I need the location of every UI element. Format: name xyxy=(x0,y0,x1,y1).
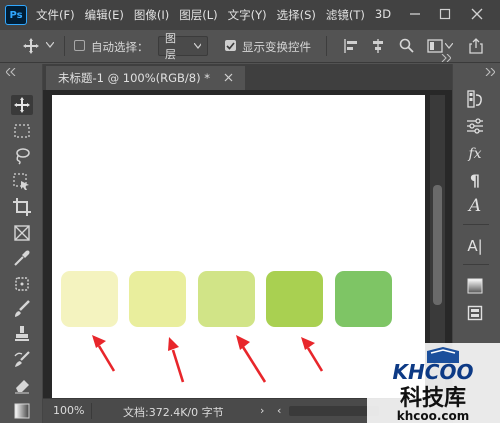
paragraph-panel-icon[interactable]: ¶ xyxy=(463,170,487,190)
watermark-logo: KHCOO 科技库 khcoo.com xyxy=(367,343,500,423)
character-panel-icon[interactable]: A| xyxy=(463,236,487,256)
search-icon[interactable] xyxy=(399,38,414,53)
layer-select-value: 图层 xyxy=(165,32,176,61)
expand-panel-icon[interactable] xyxy=(485,66,496,79)
adjustments-panel-icon[interactable] xyxy=(463,116,487,136)
zoom-level[interactable]: 100% xyxy=(53,404,84,417)
maximize-icon[interactable] xyxy=(434,3,456,25)
menu-image[interactable]: 图像(I) xyxy=(134,7,169,23)
healing-brush-tool-icon[interactable] xyxy=(11,274,33,294)
chevron-down-icon xyxy=(193,43,201,49)
gradient-tool-icon[interactable] xyxy=(11,401,33,421)
menu-layer[interactable]: 图层(L) xyxy=(179,7,217,23)
workspace-icon[interactable] xyxy=(427,39,443,53)
move-tool-preset-icon[interactable] xyxy=(22,37,40,55)
vertical-scrollbar-thumb[interactable] xyxy=(433,185,442,305)
auto-select-checkbox-box[interactable] xyxy=(74,40,85,51)
document-tab-bar: 未标题-1 @ 100%(RGB/8) * xyxy=(43,53,452,90)
status-menu-arrow-icon[interactable]: › xyxy=(260,404,264,417)
menu-bar: Ps 文件(F) 编辑(E) 图像(I) 图层(L) 文字(Y) 选择(S) 滤… xyxy=(0,0,500,30)
close-icon[interactable] xyxy=(466,3,488,25)
frame-tool-icon[interactable] xyxy=(11,223,33,243)
menu-3d[interactable]: 3D xyxy=(375,7,391,23)
marquee-tool-icon[interactable] xyxy=(11,121,33,141)
brush-tool-icon[interactable] xyxy=(11,299,33,319)
auto-select-label: 自动选择： xyxy=(91,40,149,54)
layers-panel-icon[interactable] xyxy=(463,303,487,323)
object-selection-tool-icon[interactable] xyxy=(11,172,33,192)
crop-tool-icon[interactable] xyxy=(11,197,33,217)
menu-filter[interactable]: 滤镜(T) xyxy=(326,7,365,23)
red-arrow-1 xyxy=(92,335,116,372)
eraser-tool-icon[interactable] xyxy=(11,375,33,395)
menu-file[interactable]: 文件(F) xyxy=(36,7,75,23)
horizontal-scrollbar[interactable] xyxy=(289,406,379,416)
options-bar: 自动选择： 图层 显示变换控件 xyxy=(0,30,500,63)
red-arrow-3 xyxy=(236,335,267,383)
watermark-url: khcoo.com xyxy=(397,409,470,423)
red-arrow-4 xyxy=(301,337,324,372)
lasso-tool-icon[interactable] xyxy=(11,146,33,166)
layer-select-dropdown[interactable]: 图层 xyxy=(158,32,208,61)
move-tool-icon[interactable] xyxy=(11,95,33,115)
document-tab-title: 未标题-1 @ 100%(RGB/8) * xyxy=(58,71,211,85)
history-panel-icon[interactable] xyxy=(463,89,487,109)
show-transform-checkbox-box[interactable] xyxy=(225,40,236,51)
photoshop-logo[interactable]: Ps xyxy=(5,5,27,25)
chevron-down-icon[interactable] xyxy=(46,42,54,48)
align-left-icon[interactable] xyxy=(344,39,358,53)
menu-select[interactable]: 选择(S) xyxy=(277,7,316,23)
align-center-icon[interactable] xyxy=(371,39,385,53)
document-tab[interactable]: 未标题-1 @ 100%(RGB/8) * xyxy=(46,66,246,90)
watermark-brand: KHCOO xyxy=(393,360,474,384)
document-info: 文档:372.4K/0 字节 xyxy=(123,406,224,419)
menu-edit[interactable]: 编辑(E) xyxy=(85,7,124,23)
character-styles-icon[interactable]: A xyxy=(463,196,487,216)
checkmark-icon xyxy=(226,41,235,50)
show-transform-label: 显示变换控件 xyxy=(242,40,311,54)
minimize-icon[interactable] xyxy=(404,3,426,25)
expand-panel-icon[interactable] xyxy=(441,52,452,65)
menu-type[interactable]: 文字(Y) xyxy=(228,7,267,23)
close-tab-icon[interactable] xyxy=(224,71,233,85)
show-transform-checkbox[interactable] xyxy=(225,40,236,51)
collapse-panel-icon[interactable] xyxy=(5,66,16,79)
layer-mask-icon[interactable] xyxy=(463,276,487,296)
scroll-left-arrow-icon[interactable]: ‹ xyxy=(277,404,281,417)
chevron-down-icon[interactable] xyxy=(445,43,453,49)
fx-styles-icon[interactable]: fx xyxy=(463,144,487,164)
watermark-name: 科技库 xyxy=(400,386,466,411)
clone-stamp-tool-icon[interactable] xyxy=(11,324,33,344)
share-icon[interactable] xyxy=(468,38,484,54)
red-arrow-2 xyxy=(168,337,185,383)
eyedropper-tool-icon[interactable] xyxy=(11,248,33,268)
history-brush-tool-icon[interactable] xyxy=(11,350,33,370)
tools-panel xyxy=(0,64,43,423)
auto-select-checkbox[interactable] xyxy=(74,40,85,51)
